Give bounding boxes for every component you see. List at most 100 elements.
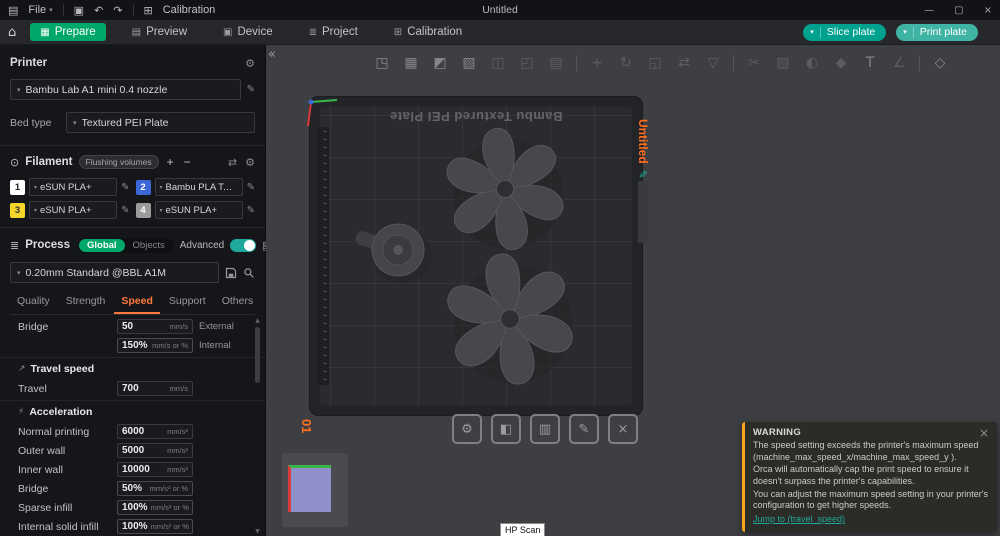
edit-project-icon[interactable]: ✎ [637, 170, 650, 179]
process-tab-others[interactable]: Others [215, 291, 261, 314]
edit-filament-icon[interactable]: ✎ [121, 182, 129, 193]
remove-filament-button[interactable]: − [182, 155, 193, 169]
parameter-list: Bridge50mm/sExternal150%mm/s or %Interna… [0, 315, 265, 536]
plate-rearrange-button[interactable]: ▥ [530, 414, 560, 444]
print-plate-button[interactable]: ▾ Print plate [896, 24, 978, 41]
filament-color-chip[interactable]: 3 [10, 203, 25, 218]
param-input[interactable]: 100%mm/s² or % [117, 519, 193, 534]
process-preset-select[interactable]: ▾ 0.20mm Standard @BBL A1M [10, 262, 219, 283]
edit-printer-icon[interactable]: ✎ [247, 84, 255, 95]
filament-select[interactable]: ▾Bambu PLA Tough [155, 178, 243, 196]
minimize-button[interactable]: — [924, 5, 934, 16]
knob-model[interactable] [354, 224, 432, 283]
filament-select[interactable]: ▾eSUN PLA+ [29, 201, 117, 219]
param-input[interactable]: 150%mm/s or % [117, 338, 193, 353]
scrollbar-thumb[interactable] [255, 327, 260, 383]
mini-plate [288, 465, 331, 512]
file-menu[interactable]: File ▾ [28, 4, 52, 16]
section-icon: ⚡ [18, 407, 24, 417]
plate-delete-button[interactable]: × [608, 414, 638, 444]
app-menu-icon[interactable]: ▤ [8, 4, 18, 17]
save-icon[interactable]: ▣ [74, 4, 84, 17]
chevron-down-icon[interactable]: ▾ [903, 28, 907, 36]
filament-color-chip[interactable]: 4 [136, 203, 151, 218]
filament-select[interactable]: ▾eSUN PLA+ [29, 178, 117, 196]
param-section-travel-speed: ↗Travel speed [0, 357, 265, 379]
section-label: Acceleration [29, 406, 92, 418]
printer-settings-gear-icon[interactable]: ⚙ [245, 57, 255, 70]
param-input[interactable]: 5000mm/s² [117, 443, 193, 458]
param-input[interactable]: 100%mm/s² or % [117, 500, 193, 515]
advanced-toggle[interactable] [230, 239, 256, 252]
add-plate-icon[interactable]: ▦ [399, 51, 423, 75]
search-icon[interactable] [243, 267, 255, 279]
scope-objects[interactable]: Objects [125, 239, 173, 252]
warning-close-icon[interactable]: × [979, 427, 989, 439]
process-tab-speed[interactable]: Speed [114, 291, 160, 314]
add-object-icon[interactable]: ◳ [370, 51, 394, 75]
param-input[interactable]: 50mm/s [117, 319, 193, 334]
collapse-sidebar-button[interactable]: « [268, 47, 276, 62]
printer-preset-select[interactable]: ▾ Bambu Lab A1 mini 0.4 nozzle [10, 79, 241, 100]
slice-plate-button[interactable]: ▾ Slice plate [803, 24, 886, 41]
param-input[interactable]: 50%mm/s² or % [117, 481, 193, 496]
param-input[interactable]: 6000mm/s² [117, 424, 193, 439]
arrange-objects-icon[interactable]: ▧ [457, 51, 481, 75]
bed-type-select[interactable]: ▾ Textured PEI Plate [66, 112, 255, 133]
tab-calibration[interactable]: ⊞Calibration [384, 23, 472, 41]
undo-icon[interactable]: ↶ [94, 4, 103, 17]
edit-filament-icon[interactable]: ✎ [121, 205, 129, 216]
param-value: 6000 [122, 426, 144, 437]
home-button[interactable]: ⌂ [8, 25, 16, 40]
titlebar-separator [133, 4, 134, 16]
edit-filament-icon[interactable]: ✎ [247, 182, 255, 193]
close-button[interactable]: × [984, 5, 992, 16]
save-preset-icon[interactable] [225, 267, 237, 279]
calibration-menu[interactable]: Calibration [163, 4, 216, 16]
chevron-down-icon[interactable]: ▾ [810, 28, 814, 36]
tab-project[interactable]: ≣Project [299, 23, 368, 41]
plate-filament-button[interactable]: ◧ [491, 414, 521, 444]
text-icon[interactable]: T [858, 51, 882, 75]
param-input[interactable]: 700mm/s [117, 381, 193, 396]
filament-settings-gear-icon[interactable]: ⚙ [245, 156, 255, 169]
sync-filament-icon[interactable]: ⇄ [228, 156, 237, 169]
param-input[interactable]: 10000mm/s² [117, 462, 193, 477]
param-row: Inner wall10000mm/s² [0, 460, 265, 479]
process-tab-support[interactable]: Support [162, 291, 213, 314]
warning-jump-link[interactable]: Jump to (travel_speed) [753, 514, 845, 524]
tab-device[interactable]: ▣Device [213, 23, 283, 41]
pinwheel-model[interactable] [442, 248, 578, 389]
plate-number[interactable]: 01 [299, 419, 314, 433]
flushing-volumes-button[interactable]: Flushing volumes [79, 155, 159, 169]
scroll-down-icon[interactable]: ▼ [255, 528, 260, 535]
pinwheel-model[interactable] [442, 123, 568, 254]
model-objects[interactable] [310, 97, 642, 415]
scroll-up-icon[interactable]: ▲ [255, 317, 260, 324]
tab-preview[interactable]: ▤Preview [122, 23, 197, 41]
plate-rename-button[interactable]: ✎ [569, 414, 599, 444]
tab-prepare[interactable]: ▦Prepare [30, 23, 105, 41]
filament-color-chip[interactable]: 1 [10, 180, 25, 195]
edit-filament-icon[interactable]: ✎ [247, 205, 255, 216]
app-window: ▤ File ▾ ▣ ↶ ↷ ⊞ Calibration Untitled — … [0, 0, 1000, 536]
secondary-plate-thumbnail[interactable] [282, 453, 348, 527]
filament-color-chip[interactable]: 2 [136, 180, 151, 195]
assembly-icon[interactable]: ◇ [928, 51, 952, 75]
auto-orient-icon[interactable]: ◩ [428, 51, 452, 75]
add-filament-button[interactable]: + [165, 155, 176, 169]
scrollbar[interactable]: ▲ ▼ [253, 317, 262, 535]
scope-global[interactable]: Global [79, 239, 125, 252]
param-value: 700 [122, 383, 139, 394]
maximize-button[interactable]: ▢ [954, 5, 963, 16]
viewport-3d[interactable]: « ◳▦◩▧◫◰▤+↻◱⇄▽✂▨◐◆T∠◇ Bambu Textured PEI… [266, 45, 1000, 536]
process-tab-quality[interactable]: Quality [10, 291, 57, 314]
tab-label: Prepare [55, 26, 96, 38]
calibration-icon: ⊞ [144, 4, 153, 17]
filament-select[interactable]: ▾eSUN PLA+ [155, 201, 243, 219]
process-tab-strength[interactable]: Strength [59, 291, 113, 314]
build-plate[interactable]: Bambu Textured PEI Plate [310, 97, 642, 415]
plate-settings-button[interactable]: ⚙ [452, 414, 482, 444]
redo-icon[interactable]: ↷ [113, 4, 122, 17]
param-unit: mm/s² or % [148, 503, 189, 512]
